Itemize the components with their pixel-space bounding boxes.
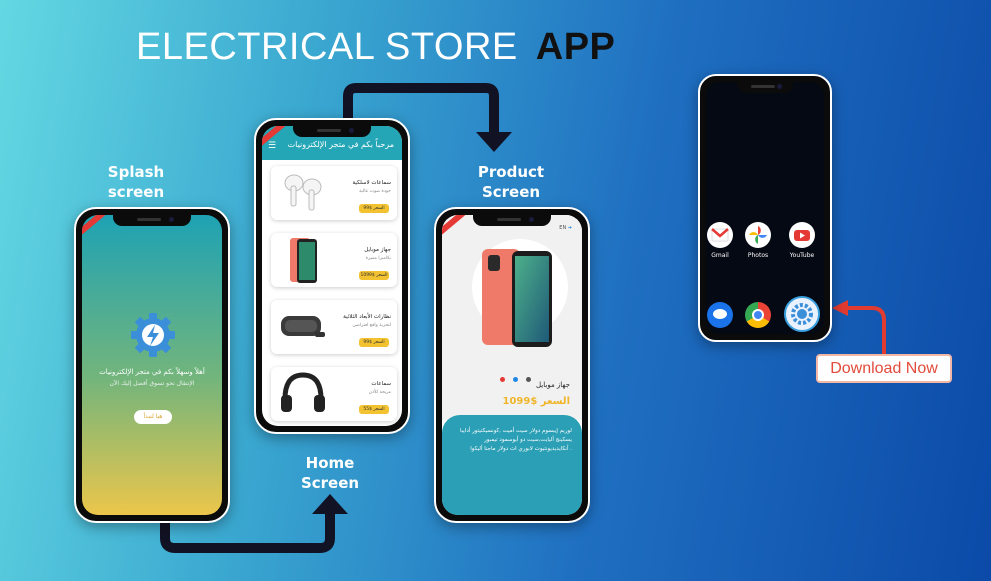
product-desc: بكاميرا مميزة	[365, 256, 391, 261]
chrome-app[interactable]	[738, 302, 778, 332]
product-price: السعر $99	[359, 204, 389, 213]
arrow-head-download	[832, 300, 848, 316]
gmail-app[interactable]: Gmail	[706, 222, 740, 259]
label-home-line2: Screen	[300, 474, 360, 492]
label-product-line2: Screen	[481, 183, 541, 201]
splash-subtitle: الإنتقال نحو تسوق أفضل إليك الآن	[109, 380, 195, 387]
product-card[interactable]: جهاز موبايل بكاميرا مميزة السعر $1099	[271, 233, 397, 287]
gear-bolt-icon	[131, 313, 175, 357]
headphones-image	[281, 372, 325, 412]
label-home: Home Screen	[270, 453, 390, 493]
product-name: جهاز موبايل	[536, 381, 570, 389]
page-title: ELECTRICAL STORE APP	[136, 26, 615, 69]
photos-label: Photos	[747, 252, 769, 259]
photos-app[interactable]: Photos	[738, 222, 778, 259]
home-screen: ☰ مرحباً بكم في متجر الإلكترونيات سماعات…	[262, 126, 402, 426]
notch	[113, 215, 191, 226]
menu-icon[interactable]: ☰	[268, 141, 276, 151]
product-desc: لتجربة واقع افتراضي	[352, 323, 391, 328]
store-app[interactable]	[782, 296, 822, 334]
chrome-icon	[745, 302, 771, 328]
label-splash: Splash screen	[76, 162, 196, 202]
product-phone: EN ➔ جهاز موبايل السعر $1099 لوريم إيبسو…	[434, 207, 590, 523]
product-name: سماعات	[371, 381, 391, 387]
product-screen: EN ➔ جهاز موبايل السعر $1099 لوريم إيبسو…	[442, 215, 582, 515]
forward-arrow-icon: ➔	[567, 225, 572, 231]
product-card[interactable]: سماعات لاسلكية جودة صوت عالية السعر $99	[271, 166, 397, 220]
label-home-line1: Home	[305, 454, 355, 472]
carousel-dot[interactable]	[513, 377, 518, 382]
notch	[473, 215, 551, 226]
title-main: ELECTRICAL STORE	[136, 26, 518, 68]
title-accent: APP	[535, 26, 616, 68]
home-header-title: مرحباً بكم في متجر الإلكترونيات	[287, 140, 394, 149]
gmail-label: Gmail	[711, 252, 729, 259]
device-screen: Gmail Photos YouTube	[706, 82, 824, 334]
start-button[interactable]: هيا لنبدأ	[134, 410, 172, 424]
notch	[293, 126, 371, 137]
product-card[interactable]: سماعات مريحة للأذن السعر $55	[271, 367, 397, 421]
label-product-line1: Product	[477, 163, 545, 181]
youtube-app[interactable]: YouTube	[782, 222, 822, 259]
product-card[interactable]: نظارات الأبعاد الثلاثية لتجربة واقع افتر…	[271, 300, 397, 354]
product-price: السعر $1099	[359, 271, 389, 280]
product-name: نظارات الأبعاد الثلاثية	[343, 314, 391, 320]
carousel-dot[interactable]	[526, 377, 531, 382]
label-splash-line1: Splash	[107, 163, 165, 181]
youtube-label: YouTube	[789, 252, 815, 259]
splash-welcome: أهلاً وسهلاً بكم في متجر الإلكترونيات	[99, 368, 205, 376]
label-product: Product Screen	[451, 162, 571, 202]
carousel-dot[interactable]	[500, 377, 505, 382]
product-price: السعر $99	[359, 338, 389, 347]
photos-icon	[745, 222, 771, 248]
product-desc: جودة صوت عالية	[359, 189, 391, 194]
product-name: سماعات لاسلكية	[352, 180, 391, 186]
arrow-head-home	[312, 494, 348, 514]
messages-app[interactable]	[706, 302, 740, 332]
product-description: لوريم إيبسوم دولار سيت أميت ,كونسيكتيتور…	[459, 428, 572, 452]
language-toggle[interactable]: EN ➔	[559, 225, 572, 231]
download-now-button[interactable]: Download Now	[816, 354, 952, 383]
youtube-icon	[789, 222, 815, 248]
language-label: EN	[559, 225, 567, 231]
splash-screen: أهلاً وسهلاً بكم في متجر الإلكترونيات ال…	[82, 215, 222, 515]
product-name: جهاز موبايل	[364, 247, 391, 253]
device-phone: Gmail Photos YouTube	[698, 74, 832, 342]
gmail-icon	[707, 222, 733, 248]
vr-headset-image	[281, 316, 325, 337]
earbuds-image	[284, 174, 322, 211]
gear-app-icon	[784, 296, 820, 332]
messages-icon	[707, 302, 733, 328]
product-phone-image	[482, 249, 552, 347]
product-desc: مريحة للأذن	[368, 390, 391, 395]
debug-ribbon	[82, 215, 109, 241]
arrow-head-product	[476, 132, 512, 152]
notch	[737, 82, 793, 93]
arrow-download	[848, 306, 886, 356]
label-splash-line2: screen	[107, 183, 165, 201]
splash-phone: أهلاً وسهلاً بكم في متجر الإلكترونيات ال…	[74, 207, 230, 523]
product-price: السعر $1099	[502, 396, 570, 407]
canvas: ELECTRICAL STORE APP Splash screen Home S…	[0, 0, 991, 581]
phone-image	[290, 238, 317, 283]
home-phone: ☰ مرحباً بكم في متجر الإلكترونيات سماعات…	[254, 118, 410, 434]
product-price: السعر $55	[359, 405, 389, 414]
